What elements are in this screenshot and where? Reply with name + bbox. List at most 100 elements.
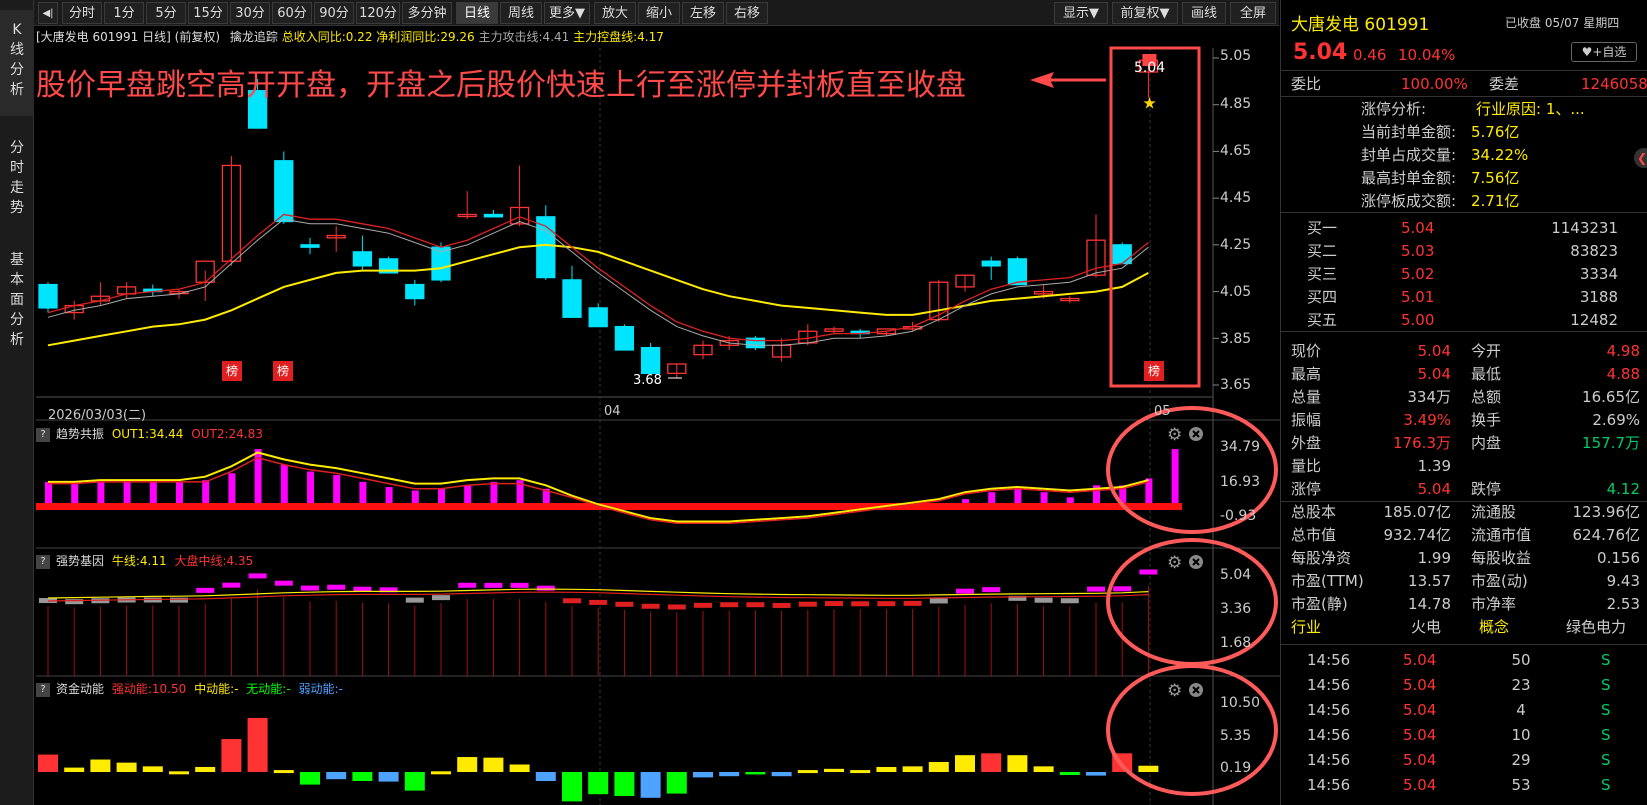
capital-bar [666, 772, 687, 794]
help-icon[interactable]: ? [36, 427, 50, 442]
capital-bar [981, 753, 1002, 772]
trend-bar [202, 480, 210, 506]
limit-up-row: 封单占成交量: 34.22% [1281, 143, 1647, 167]
candle [640, 346, 661, 374]
row-label: 最低 [1471, 365, 1502, 383]
capital-bar [90, 759, 111, 772]
order-ratio-row: 委比 100.00% 委差 1246058 [1281, 72, 1647, 96]
gene-bar [301, 585, 319, 591]
price-tick: 4.45 [1220, 190, 1252, 206]
stat-row: 振幅 3.49% 换手 2.69% [1281, 408, 1647, 432]
row-value: 5.04 [1417, 342, 1451, 360]
industry-value[interactable]: 火电 [1411, 615, 1441, 639]
stat-row: 市盈(TTM) 13.57 市盈(动) 9.43 [1281, 569, 1647, 593]
price-tick: 4.05 [1220, 284, 1252, 300]
gene-bar [248, 573, 267, 579]
tick-volume: 4 [1516, 701, 1526, 719]
tick-side: S [1601, 776, 1611, 794]
capital-bar [142, 766, 163, 772]
bang-badge[interactable]: 榜 [1144, 361, 1164, 381]
row-label: 买四 [1307, 288, 1338, 306]
tick-price: 5.04 [1403, 651, 1437, 669]
price-tick: 4.85 [1220, 96, 1252, 112]
tick-side: S [1601, 651, 1611, 669]
help-icon[interactable]: ? [36, 554, 50, 569]
capital-bar [404, 772, 425, 791]
price-change-pct: 10.04% [1398, 46, 1456, 64]
row-value: 176.3万 [1393, 434, 1451, 452]
row-label: 每股收益 [1471, 549, 1532, 567]
gene-bar [982, 587, 1001, 593]
tick-price: 5.04 [1403, 726, 1437, 744]
candle [405, 283, 425, 300]
concept-label: 概念 [1479, 618, 1510, 636]
tick-row: 14:56 5.04 50 S [1281, 648, 1647, 672]
bang-badge[interactable]: 榜 [222, 361, 242, 381]
annotation-text: 股价早盘跳空高开开盘，开盘之后股价快速上行至涨停并封板直至收盘 [36, 68, 966, 103]
tick-time: 14:56 [1307, 701, 1351, 719]
tick-volume: 23 [1511, 676, 1531, 694]
gene-bar [563, 598, 581, 604]
price-tick: 3.65 [1220, 377, 1252, 393]
row-value: 0.156 [1597, 549, 1640, 567]
capital-bar [1138, 765, 1159, 772]
row-value: 1246058 [1581, 75, 1647, 93]
gear-icon[interactable]: ⚙ [1167, 553, 1182, 573]
tick-price: 5.04 [1403, 751, 1437, 769]
tick-volume: 53 [1511, 776, 1531, 794]
row-label: 量比 [1291, 457, 1322, 475]
indicator-value: 强动能:10.50 [111, 682, 187, 696]
ind-tick: 5.04 [1220, 567, 1252, 583]
gene-bar [1113, 586, 1132, 592]
bid-row: 买四 5.01 3188 [1281, 285, 1647, 309]
price-tick: 5.05 [1220, 48, 1252, 64]
low-price-label: 3.68 [633, 373, 662, 388]
gear-icon[interactable]: ⚙ [1167, 425, 1182, 445]
gene-bar [877, 601, 896, 607]
capital-bar [1086, 772, 1106, 776]
capital-bar [509, 764, 530, 772]
concept-value[interactable]: 绿色电力 [1566, 615, 1626, 639]
add-watchlist-button[interactable]: ♥+自选 [1571, 42, 1637, 62]
row-label: 买二 [1307, 242, 1338, 260]
bid-price: 5.02 [1401, 265, 1435, 283]
row-label: 市盈(TTM) [1291, 572, 1364, 590]
indicator-value: OUT2:24.83 [191, 427, 263, 441]
gear-icon[interactable]: ⚙ [1167, 681, 1182, 701]
row-value: 4.98 [1606, 342, 1640, 360]
add-watchlist-label: +自选 [1592, 45, 1627, 59]
trend-bar [490, 481, 498, 506]
bid-price: 5.01 [1401, 288, 1435, 306]
trend-bar [97, 481, 105, 506]
capital-bar [1059, 772, 1080, 775]
gene-bar [929, 598, 948, 604]
row-label: 最高封单金额: [1361, 169, 1457, 187]
capital-bar [562, 772, 582, 802]
gene-bar [432, 595, 450, 601]
collapse-chevron-icon[interactable]: ❮ [1634, 148, 1647, 168]
indicator-value: 中动能:- [194, 682, 239, 696]
tick-price: 5.04 [1403, 676, 1437, 694]
bid-row: 买二 5.03 83823 [1281, 239, 1647, 263]
limit-up-row[interactable]: 涨停分析: 行业原因: 1、... [1281, 97, 1647, 121]
limit-up-row: 当前封单金额: 5.76亿 [1281, 120, 1647, 144]
row-value: 334万 [1407, 388, 1451, 406]
trend-bar [280, 464, 288, 506]
candle [300, 244, 320, 248]
capital-bar [902, 766, 923, 772]
help-icon[interactable]: ? [36, 682, 50, 697]
capital-bar [771, 772, 792, 777]
indicator-header-trend: ? 趋势共振 OUT1:34.44 OUT2:24.83 [36, 425, 263, 443]
row-value: 2.69% [1592, 411, 1640, 429]
row-value: 2.71亿 [1471, 192, 1520, 210]
capital-bar [352, 772, 373, 781]
row-value: 123.96亿 [1572, 503, 1641, 521]
bang-badge[interactable]: 榜 [273, 361, 293, 381]
indicator-header-gene: ? 强势基因 牛线:4.11 大盘中线:4.35 [36, 552, 253, 570]
stat-row: 最高 5.04 最低 4.88 [1281, 362, 1647, 386]
limit-up-row: 最高封单金额: 7.56亿 [1281, 166, 1647, 190]
row-value: 932.74亿 [1383, 526, 1452, 544]
capital-bar [928, 762, 949, 772]
trend-bar [176, 481, 183, 506]
tick-row: 14:56 5.04 4 S [1281, 698, 1647, 722]
